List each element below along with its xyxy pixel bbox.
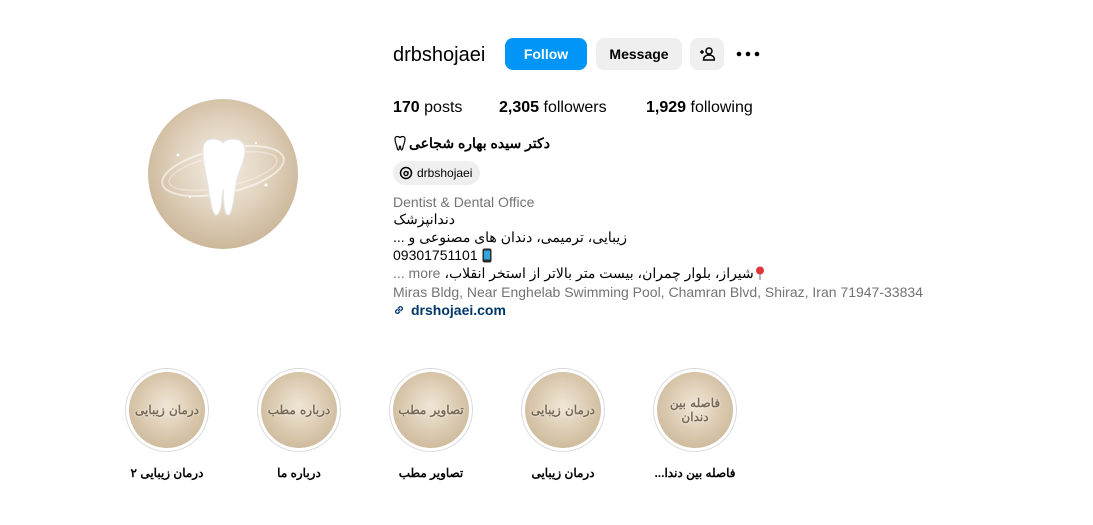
highlight-cover: درمان زیبایی bbox=[129, 372, 205, 448]
full-name-text: دکتر سیده بهاره شجاعی bbox=[409, 135, 550, 151]
highlight-label: درباره ما bbox=[277, 466, 321, 480]
highlight-cover-text: درباره مطب bbox=[267, 403, 331, 417]
highlight-label: درمان زیبایی bbox=[531, 466, 595, 480]
profile-username: drbshojaei bbox=[393, 44, 486, 66]
bio-line: دندانپزشک bbox=[393, 211, 455, 227]
highlight-cover-text: تصاویر مطب bbox=[398, 403, 464, 417]
bio-line: زیبایی، ترمیمی، دندان های مصنوعی و ... bbox=[392, 229, 627, 245]
highlight-cover: تصاویر مطب bbox=[393, 372, 469, 448]
bio-address-fa: شیراز، بلوار چمران، بیست متر بالاتر از ا… bbox=[444, 265, 754, 281]
posts-stat: 170 posts bbox=[393, 98, 462, 118]
bio-phone-line: 09301751101 bbox=[393, 246, 492, 264]
story-highlight[interactable]: درباره مطب درباره ما bbox=[257, 368, 341, 480]
highlight-label: تصاویر مطب bbox=[398, 466, 464, 480]
website-text: drshojaei.com bbox=[411, 302, 506, 318]
highlight-cover-ring: درباره مطب bbox=[257, 368, 341, 452]
highlight-cover: فاصله بین دندان bbox=[657, 372, 733, 448]
threads-icon bbox=[399, 166, 413, 180]
followers-label: followers bbox=[543, 99, 607, 116]
phone-icon bbox=[482, 248, 492, 262]
more-options-button[interactable] bbox=[732, 38, 764, 70]
suggest-users-button[interactable] bbox=[690, 38, 724, 70]
tooth-icon bbox=[394, 135, 406, 151]
tooth-logo-image bbox=[161, 138, 285, 216]
posts-count: 170 bbox=[393, 99, 420, 116]
highlight-cover-ring: درمان زیبایی bbox=[521, 368, 605, 452]
threads-handle: drbshojaei bbox=[417, 166, 473, 180]
following-label: following bbox=[690, 99, 753, 116]
following-stat[interactable]: 1,929 following bbox=[646, 98, 753, 118]
story-highlight[interactable]: درمان زیبایی درمان زیبایی bbox=[521, 368, 605, 480]
highlight-cover-ring: فاصله بین دندان bbox=[653, 368, 737, 452]
highlight-cover: درمان زیبایی bbox=[525, 372, 601, 448]
profile-category: Dentist & Dental Office bbox=[393, 194, 535, 210]
highlight-cover-text: فاصله بین دندان bbox=[669, 396, 721, 424]
story-highlight[interactable]: فاصله بین دندان فاصله بین دندا... bbox=[653, 368, 737, 480]
threads-badge[interactable]: drbshojaei bbox=[393, 161, 481, 185]
highlight-cover-ring: درمان زیبایی bbox=[125, 368, 209, 452]
bio-more-link[interactable]: ... more bbox=[393, 264, 440, 282]
highlight-label: فاصله بین دندا... bbox=[654, 466, 736, 480]
bio-address-line: ... more شیراز، بلوار چمران، بیست متر با… bbox=[393, 264, 765, 282]
highlight-cover: درباره مطب bbox=[261, 372, 337, 448]
location-pin-icon bbox=[755, 266, 764, 280]
following-count: 1,929 bbox=[646, 99, 687, 116]
story-highlight[interactable]: تصاویر مطب تصاویر مطب bbox=[389, 368, 473, 480]
posts-label: posts bbox=[424, 99, 463, 116]
link-icon bbox=[395, 306, 403, 314]
profile-full-name: دکتر سیده بهاره شجاعی bbox=[393, 135, 553, 152]
profile-address[interactable]: Miras Bldg, Near Enghelab Swimming Pool,… bbox=[393, 283, 923, 301]
followers-stat[interactable]: 2,305 followers bbox=[499, 98, 607, 118]
highlight-cover-text: درمان زیبایی bbox=[531, 403, 595, 417]
highlight-cover-ring: تصاویر مطب bbox=[389, 368, 473, 452]
profile-website-link[interactable]: drshojaei.com bbox=[393, 301, 506, 319]
followers-count: 2,305 bbox=[499, 99, 540, 116]
person-add-icon bbox=[700, 47, 715, 61]
follow-button[interactable]: Follow bbox=[505, 38, 587, 70]
highlight-label: درمان زیبایی ۲ bbox=[130, 466, 204, 480]
highlight-cover-text: درمان زیبایی bbox=[135, 403, 199, 417]
bio-phone-number: 09301751101 bbox=[393, 247, 478, 263]
profile-avatar[interactable] bbox=[148, 99, 298, 249]
more-options-icon bbox=[736, 51, 760, 57]
message-button[interactable]: Message bbox=[596, 38, 682, 70]
story-highlight[interactable]: درمان زیبایی درمان زیبایی ۲ bbox=[125, 368, 209, 480]
